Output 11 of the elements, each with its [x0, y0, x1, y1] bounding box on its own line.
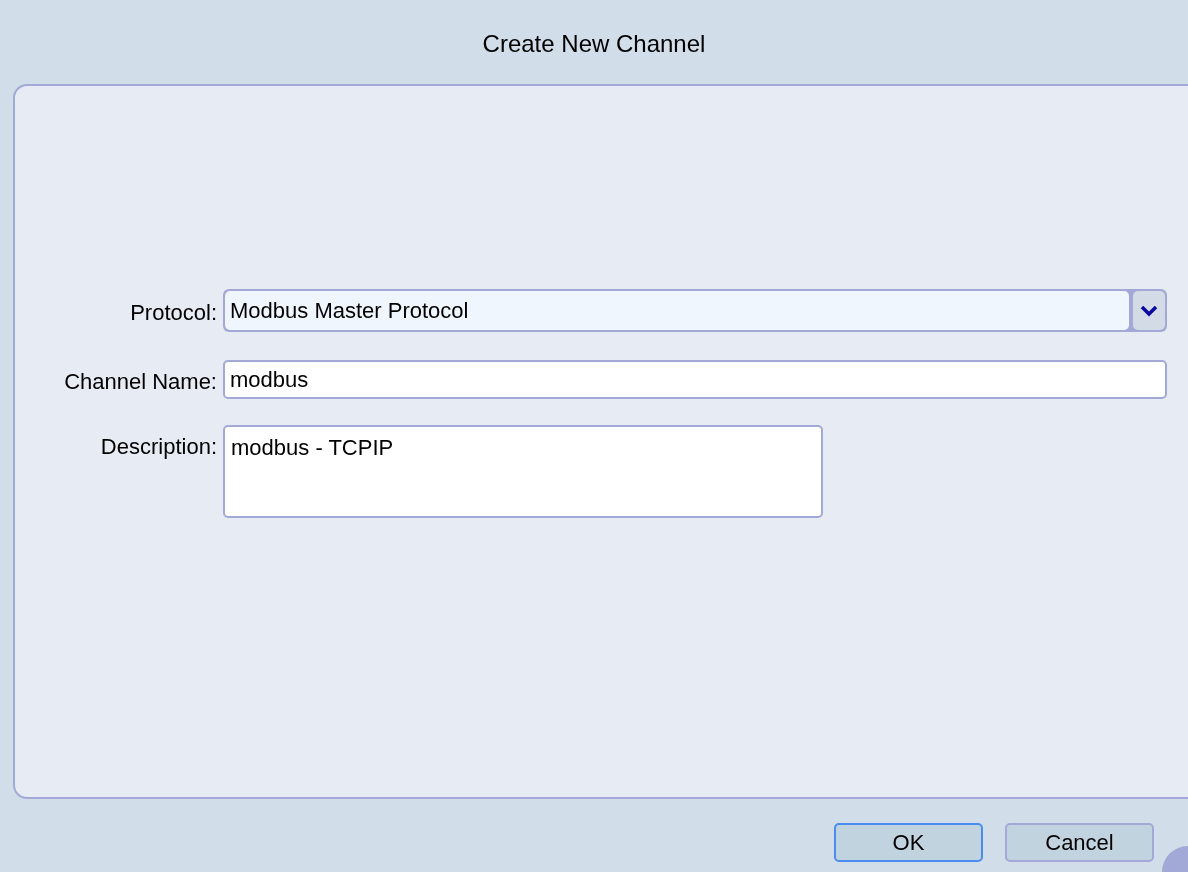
channel-name-field[interactable]: modbus — [223, 360, 1167, 399]
dialog-button[interactable]: OK — [834, 823, 983, 862]
field-label: Description: — [99, 433, 218, 461]
dialog-button[interactable]: Cancel — [1005, 823, 1154, 862]
field-label: Channel Name: — [63, 368, 218, 396]
description-field[interactable]: modbus - TCPIP — [223, 425, 823, 518]
window-title: Create New Channel — [482, 29, 706, 59]
protocol-dropdown[interactable]: Modbus Master Protocol — [223, 289, 1167, 332]
resize-grip-icon — [1162, 846, 1188, 872]
field-label: Protocol: — [129, 299, 218, 327]
chevron-down-icon — [1140, 304, 1158, 317]
